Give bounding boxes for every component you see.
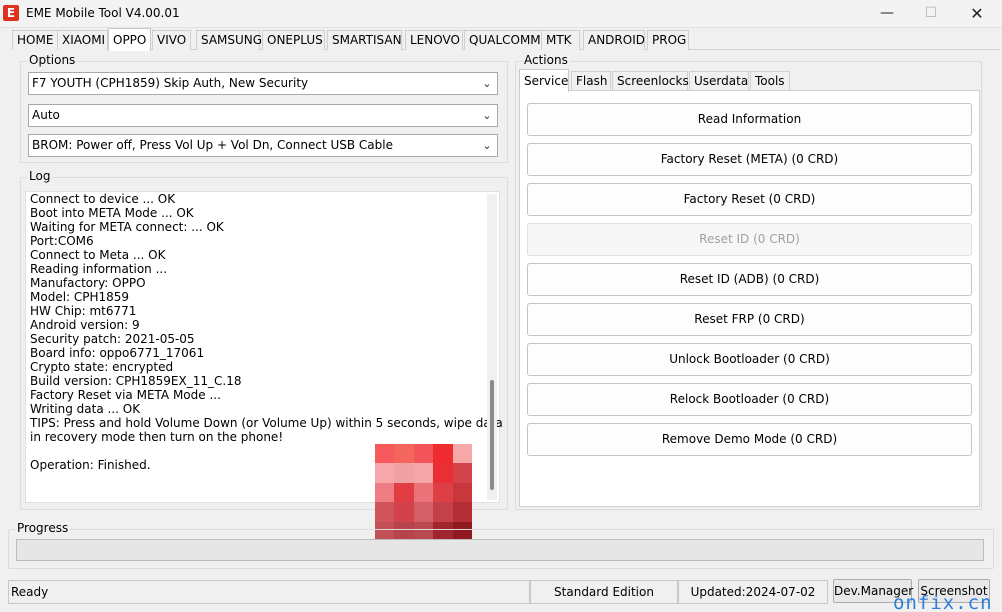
close-button[interactable]: ✕	[954, 0, 1000, 28]
chevron-down-icon: ⌄	[482, 139, 492, 152]
tab-vivo[interactable]: VIVO	[152, 30, 191, 50]
tab-oneplus[interactable]: ONEPLUS	[262, 30, 325, 50]
tab-qualcomm[interactable]: QUALCOMM	[464, 30, 542, 50]
tab-android[interactable]: ANDROID	[583, 30, 645, 50]
model-select-value: F7 YOUTH (CPH1859) Skip Auth, New Securi…	[32, 76, 309, 90]
tab-flash[interactable]: Flash	[571, 71, 611, 91]
log-line: Factory Reset via META Mode ...	[30, 388, 221, 402]
maximize-button[interactable]: ☐	[908, 0, 954, 28]
options-title: Options	[27, 53, 78, 67]
log-lines: Connect to device ... OK Boot into META …	[30, 192, 503, 472]
log-line: Build version: CPH1859EX_11_C.18	[30, 374, 242, 388]
progress-title: Progress	[15, 521, 71, 535]
log-line: HW Chip: mt6771	[30, 304, 137, 318]
log-line: Crypto state: encrypted	[30, 360, 174, 374]
log-line: Reading information ...	[30, 262, 168, 276]
log-title: Log	[27, 169, 53, 183]
chevron-down-icon: ⌄	[482, 77, 492, 90]
app-logo-icon: E	[3, 5, 19, 21]
log-line: in recovery mode then turn on the phone!	[30, 430, 284, 444]
tab-userdata[interactable]: Userdata	[689, 71, 749, 91]
log-scrollbar[interactable]	[487, 194, 497, 500]
factory-reset-meta-button[interactable]: Factory Reset (META) (0 CRD)	[527, 143, 972, 176]
relock-bootloader-button[interactable]: Relock Bootloader (0 CRD)	[527, 383, 972, 416]
minimize-button[interactable]: —	[864, 0, 910, 28]
model-select[interactable]: F7 YOUTH (CPH1859) Skip Auth, New Securi…	[28, 72, 498, 95]
edition-label: Standard Edition	[530, 580, 678, 604]
reset-frp-button[interactable]: Reset FRP (0 CRD)	[527, 303, 972, 336]
chevron-down-icon: ⌄	[482, 109, 492, 122]
tab-smartisan[interactable]: SMARTISAN	[327, 30, 402, 50]
status-text: Ready	[8, 580, 530, 604]
mode-select-value: Auto	[32, 108, 60, 122]
log-line: Board info: oppo6771_17061	[30, 346, 205, 360]
remove-demo-mode-button[interactable]: Remove Demo Mode (0 CRD)	[527, 423, 972, 456]
tab-lenovo[interactable]: LENOVO	[405, 30, 463, 50]
tab-home[interactable]: HOME	[12, 30, 60, 50]
log-line: Writing data ... OK	[30, 402, 141, 416]
status-bar: Ready Standard Edition Updated:2024-07-0…	[0, 576, 1002, 612]
tab-oppo[interactable]: OPPO	[108, 28, 151, 51]
log-scroll-thumb[interactable]	[490, 380, 494, 490]
reset-id-adb-button[interactable]: Reset ID (ADB) (0 CRD)	[527, 263, 972, 296]
watermark-text: onfix.cn	[893, 592, 993, 612]
tab-prog[interactable]: PROG	[647, 30, 689, 50]
read-information-button[interactable]: Read Information	[527, 103, 972, 136]
log-line: Android version: 9	[30, 318, 140, 332]
tab-samsung[interactable]: SAMSUNG	[196, 30, 262, 50]
updated-label: Updated:2024-07-02	[678, 580, 828, 604]
log-line: Manufactory: OPPO	[30, 276, 146, 290]
boot-select-value: BROM: Power off, Press Vol Up + Vol Dn, …	[32, 138, 393, 152]
boot-select[interactable]: BROM: Power off, Press Vol Up + Vol Dn, …	[28, 134, 498, 157]
tab-tools[interactable]: Tools	[750, 71, 790, 91]
factory-reset-button[interactable]: Factory Reset (0 CRD)	[527, 183, 972, 216]
unlock-bootloader-button[interactable]: Unlock Bootloader (0 CRD)	[527, 343, 972, 376]
log-line: Port:COM6	[30, 234, 94, 248]
log-line: Boot into META Mode ... OK	[30, 206, 194, 220]
title-bar: E EME Mobile Tool V4.00.01 — ☐ ✕	[0, 0, 1002, 28]
tab-service[interactable]: Service	[519, 69, 569, 92]
mode-select[interactable]: Auto ⌄	[28, 104, 498, 127]
log-line: Connect to device ... OK	[30, 192, 176, 206]
reset-id-button[interactable]: Reset ID (0 CRD)	[527, 223, 972, 256]
log-line: Connect to Meta ... OK	[30, 248, 166, 262]
progress-bar	[16, 539, 984, 561]
actions-title: Actions	[522, 53, 570, 67]
log-line: Model: CPH1859	[30, 290, 130, 304]
log-line: Security patch: 2021-05-05	[30, 332, 195, 346]
log-line: Waiting for META connect: ... OK	[30, 220, 224, 234]
tab-mtk[interactable]: MTK	[541, 30, 580, 50]
pixelated-redaction	[375, 444, 472, 541]
tab-xiaomi[interactable]: XIAOMI	[57, 30, 108, 50]
log-line: TIPS: Press and hold Volume Down (or Vol…	[30, 416, 503, 430]
tab-screenlocks[interactable]: Screenlocks	[612, 71, 689, 91]
window-title: EME Mobile Tool V4.00.01	[26, 6, 180, 20]
